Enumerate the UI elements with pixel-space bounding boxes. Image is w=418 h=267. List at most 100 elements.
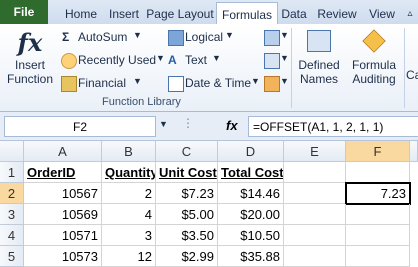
cell-f4[interactable] xyxy=(346,225,410,246)
defined-names-label-2: Names xyxy=(299,72,338,86)
column-header-a[interactable]: A xyxy=(24,141,102,162)
formula-auditing-button[interactable]: Formula Auditing xyxy=(346,29,402,86)
insert-function-fx-icon[interactable]: fx xyxy=(226,118,238,133)
financial-icon xyxy=(61,76,77,92)
tab-page-layout[interactable]: Page Layout xyxy=(146,3,214,24)
select-all-corner[interactable] xyxy=(0,141,24,162)
tab-view[interactable]: View xyxy=(364,3,400,24)
column-header-partial xyxy=(410,141,418,162)
cell-d4[interactable]: $10.50 xyxy=(218,225,284,246)
cell-d2[interactable]: $14.46 xyxy=(218,183,284,204)
cell-f2-selected[interactable]: 7.23 xyxy=(345,182,411,205)
column-header-d[interactable]: D xyxy=(218,141,284,162)
row-header-4[interactable]: 4 xyxy=(0,225,24,246)
defined-names-button[interactable]: Defined Names xyxy=(293,30,345,86)
column-header-f[interactable]: F xyxy=(346,141,410,162)
tab-formulas[interactable]: Formulas xyxy=(216,2,278,26)
date-time-label: Date & Time xyxy=(185,76,252,90)
tab-review[interactable]: Review xyxy=(312,3,362,24)
chevron-down-icon: ▼ xyxy=(280,30,289,40)
cell-c1[interactable]: Unit Cost xyxy=(156,162,218,183)
insert-function-button[interactable]: fx Insert Function xyxy=(6,28,54,86)
cell-b4[interactable]: 3 xyxy=(102,225,156,246)
lookup-reference-icon xyxy=(264,30,280,46)
cell-f5[interactable] xyxy=(346,246,410,267)
formula-auditing-icon xyxy=(362,29,386,53)
chevron-down-icon: ▼ xyxy=(212,53,221,63)
cell-b2[interactable]: 2 xyxy=(102,183,156,204)
column-header-b[interactable]: B xyxy=(102,141,156,162)
text-icon: A xyxy=(168,53,177,67)
cell-b1[interactable]: Quantity xyxy=(102,162,156,183)
row-header-2[interactable]: 2 xyxy=(0,183,24,204)
chevron-down-icon[interactable]: ▼ xyxy=(159,119,168,129)
more-functions-icon xyxy=(264,76,280,92)
chevron-down-icon: ▼ xyxy=(280,76,289,86)
chevron-down-icon: ▼ xyxy=(133,76,142,86)
formula-bar: F2 ▼ ⋮ fx =OFFSET(A1, 1, 2, 1, 1) xyxy=(0,112,418,141)
tab-data[interactable]: Data xyxy=(278,3,310,24)
math-trig-icon xyxy=(264,53,280,69)
worksheet-grid: A B C D E F 1 2 3 4 5 OrderID Quantity U… xyxy=(0,141,418,267)
cell-e1[interactable] xyxy=(284,162,346,183)
cell-a5[interactable]: 10573 xyxy=(24,246,102,267)
text-label: Text xyxy=(185,53,208,67)
star-icon xyxy=(61,53,77,69)
recently-used-label: Recently Used xyxy=(78,53,157,67)
cell-a4[interactable]: 10571 xyxy=(24,225,102,246)
calendar-icon xyxy=(168,76,184,92)
cell-e5[interactable] xyxy=(284,246,346,267)
row-header-1[interactable]: 1 xyxy=(0,162,24,183)
insert-function-label-2: Function xyxy=(6,72,54,86)
group-separator xyxy=(404,28,405,108)
tab-insert[interactable]: Insert xyxy=(104,3,144,24)
group-separator xyxy=(291,28,292,108)
cell-a3[interactable]: 10569 xyxy=(24,204,102,225)
ribbon-collapse-icon[interactable]: ▵ xyxy=(404,3,416,24)
cell-e4[interactable] xyxy=(284,225,346,246)
cell-f3[interactable] xyxy=(346,204,410,225)
cell-e2[interactable] xyxy=(284,183,346,204)
group-label-function-library: Function Library xyxy=(102,96,181,108)
formula-auditing-label-2: Auditing xyxy=(352,72,396,86)
cell-c3[interactable]: $5.00 xyxy=(156,204,218,225)
file-tab[interactable]: File xyxy=(0,0,48,24)
tab-home[interactable]: Home xyxy=(60,3,102,24)
chevron-down-icon: ▼ xyxy=(156,53,165,63)
name-box[interactable]: F2 xyxy=(4,116,156,137)
calculation-button-partial[interactable]: Ca xyxy=(406,68,418,82)
chevron-down-icon: ▼ xyxy=(133,30,142,40)
formula-input[interactable]: =OFFSET(A1, 1, 2, 1, 1) xyxy=(248,116,418,137)
column-header-c[interactable]: C xyxy=(156,141,218,162)
cell-c5[interactable]: $2.99 xyxy=(156,246,218,267)
cell-d5[interactable]: $35.88 xyxy=(218,246,284,267)
chevron-down-icon: ▼ xyxy=(280,53,289,63)
defined-names-icon xyxy=(307,30,331,52)
cell-a2[interactable]: 10567 xyxy=(24,183,102,204)
column-header-e[interactable]: E xyxy=(284,141,346,162)
cell-c4[interactable]: $3.50 xyxy=(156,225,218,246)
cell-b5[interactable]: 12 xyxy=(102,246,156,267)
fx-icon: fx xyxy=(17,28,43,57)
row-header-3[interactable]: 3 xyxy=(0,204,24,225)
cell-b3[interactable]: 4 xyxy=(102,204,156,225)
cell-d1[interactable]: Total Cost xyxy=(218,162,284,183)
cell-f1[interactable] xyxy=(346,162,410,183)
logical-icon xyxy=(168,30,184,46)
chevron-down-icon: ▼ xyxy=(225,30,234,40)
cell-a1[interactable]: OrderID xyxy=(24,162,102,183)
financial-label: Financial xyxy=(78,76,127,90)
logical-label: Logical xyxy=(185,30,224,44)
chevron-down-icon: ▼ xyxy=(251,76,260,86)
sigma-icon: Σ xyxy=(62,30,70,44)
cell-e3[interactable] xyxy=(284,204,346,225)
row-header-5[interactable]: 5 xyxy=(0,246,24,267)
defined-names-label-1: Defined xyxy=(298,58,340,72)
insert-function-label-1: Insert xyxy=(14,58,45,72)
ribbon-tab-bar: File Home Insert Page Layout Formulas Da… xyxy=(0,0,418,26)
cell-d3[interactable]: $20.00 xyxy=(218,204,284,225)
autosum-label: AutoSum xyxy=(78,30,128,44)
formula-auditing-label-1: Formula xyxy=(351,58,396,72)
ribbon: fx Insert Function Σ AutoSum ▼ Recently … xyxy=(0,24,418,112)
cell-c2[interactable]: $7.23 xyxy=(156,183,218,204)
